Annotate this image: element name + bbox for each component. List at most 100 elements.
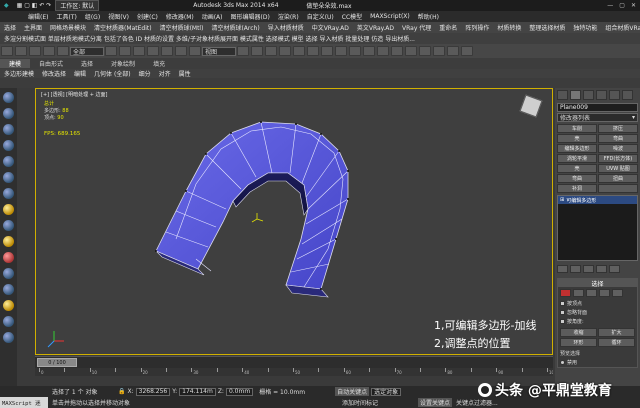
plugin-item[interactable]: 英文VRay.AD (353, 23, 398, 32)
motion-tab-icon[interactable] (596, 90, 607, 100)
checkbox-icon[interactable] (560, 301, 565, 306)
cylinder-tool-icon[interactable] (3, 156, 14, 167)
ignore-backfacing-checkbox[interactable]: 忽略背面 (558, 308, 637, 317)
pivot-icon[interactable] (237, 46, 249, 56)
reference-coord-dropdown[interactable]: 视图 (202, 46, 236, 56)
snapshot-tool-icon[interactable] (3, 300, 14, 311)
region-select-icon[interactable] (133, 46, 145, 56)
disabled-radio[interactable]: 禁用 (558, 358, 637, 367)
auto-key-button[interactable]: 自动关键点 (335, 387, 370, 396)
schematic-icon[interactable] (405, 46, 417, 56)
select-by-name-icon[interactable] (119, 46, 131, 56)
window-crossing-icon[interactable] (147, 46, 159, 56)
align-icon[interactable] (349, 46, 361, 56)
modifier-list-dropdown[interactable]: 修改器列表 ▾ (557, 113, 638, 122)
menu-cc-model[interactable]: CC模型 (338, 12, 366, 21)
plugin-item[interactable]: 清空材质器(MatEdit) (90, 23, 156, 32)
render-frame-icon[interactable] (447, 46, 459, 56)
render-setup-icon[interactable] (433, 46, 445, 56)
plugin-item[interactable]: 中文VRay.AD (308, 23, 353, 32)
array-tool-icon[interactable] (3, 316, 14, 327)
time-slider-thumb[interactable]: 0 / 100 (37, 358, 77, 367)
panel-modify-selection[interactable]: 修改选择 (38, 69, 70, 78)
light-tool-icon[interactable] (3, 204, 14, 215)
select-icon[interactable] (105, 46, 117, 56)
system-tool-icon[interactable] (3, 268, 14, 279)
tab-modeling[interactable]: 建模 (0, 59, 31, 68)
move-icon[interactable] (161, 46, 173, 56)
grow-button[interactable]: 扩大 (598, 328, 635, 337)
z-coordinate-field[interactable]: 0.0mm (225, 387, 254, 396)
y-coordinate-field[interactable]: 174.114m (179, 387, 216, 396)
camera-tool-icon[interactable] (3, 220, 14, 231)
render-icon[interactable] (461, 46, 473, 56)
panel-polygon-modeling[interactable]: 多边形建模 (0, 69, 38, 78)
modify-tab-icon[interactable] (570, 90, 581, 100)
time-slider[interactable]: 0 / 100 (35, 356, 553, 368)
tab-freeform[interactable]: 自由形式 (30, 59, 72, 68)
menu-animation[interactable]: 动画(A) (198, 12, 227, 21)
plugin-item[interactable]: 网格场景模块 (46, 23, 90, 32)
checkbox-icon[interactable] (560, 319, 565, 324)
menu-create[interactable]: 创建(C) (133, 12, 162, 21)
redo-icon[interactable] (15, 46, 27, 56)
object-name-field[interactable]: Plane009 (557, 103, 638, 112)
maxscript-listener[interactable]: MAXScript 迷 (0, 397, 48, 408)
menu-edit[interactable]: 编辑(E) (24, 12, 52, 21)
loop-button[interactable]: 循环 (598, 338, 635, 347)
modifier-button[interactable]: FFD(长方体) (598, 154, 638, 163)
menu-group[interactable]: 组(G) (81, 12, 104, 21)
close-icon[interactable]: ✕ (631, 2, 636, 9)
panel-properties[interactable]: 属性 (175, 69, 195, 78)
polygon-mode-icon[interactable] (599, 289, 610, 297)
plugin-row-text[interactable]: 多渲分割模式面 单层材质地模式分离 包括了各色 ID 材质的设置 多维/子对象材… (0, 34, 419, 43)
box-tool-icon[interactable] (3, 140, 14, 151)
modifier-button[interactable]: 弯曲 (598, 134, 638, 143)
by-vertex-checkbox[interactable]: 按顶点 (558, 299, 637, 308)
named-selection-icon[interactable] (321, 46, 333, 56)
curve-editor-icon[interactable] (391, 46, 403, 56)
modifier-button[interactable]: 噪波 (598, 144, 638, 153)
plugin-item[interactable]: 清空材质球(Mtl) (156, 23, 208, 32)
material-editor-icon[interactable] (419, 46, 431, 56)
element-mode-icon[interactable] (612, 289, 623, 297)
workspace-dropdown[interactable]: 工作区: 默认 (55, 0, 100, 11)
tab-object-paint[interactable]: 对象绘制 (102, 59, 144, 68)
remove-modifier-icon[interactable] (596, 265, 607, 273)
modifier-button[interactable]: 壳 (557, 134, 597, 143)
plane-tool-icon[interactable] (3, 124, 14, 135)
helper-tool-icon[interactable] (3, 236, 14, 247)
perspective-viewport[interactable]: [+] [透视] [明暗处理 + 边面] 总计 多边形: 88 顶点: 90 F… (35, 88, 553, 355)
panel-geometry[interactable]: 几何体 (全部) (90, 69, 135, 78)
plugin-item[interactable]: 主界面 (20, 23, 46, 32)
plugin-item[interactable]: 重命名 (435, 23, 461, 32)
modifier-button[interactable]: 挤压 (598, 124, 638, 133)
vray-tool-icon[interactable] (3, 284, 14, 295)
stack-item-editable-poly[interactable]: ⊞ 可编辑多边形 (558, 196, 637, 204)
menu-views[interactable]: 视图(V) (104, 12, 133, 21)
utilities-tab-icon[interactable] (622, 90, 633, 100)
plugin-item[interactable]: 独特功能 (569, 23, 601, 32)
selection-rollout-title[interactable]: 选择 (558, 279, 637, 288)
panel-subdivision[interactable]: 细分 (135, 69, 155, 78)
hierarchy-tab-icon[interactable] (583, 90, 594, 100)
modifier-button[interactable]: 涡轮平滑 (557, 154, 597, 163)
vertex-mode-icon[interactable] (560, 289, 571, 297)
menu-help[interactable]: 帮助(H) (414, 12, 443, 21)
window-controls[interactable]: — ▢ ✕ (607, 2, 640, 9)
extra-tool-icon[interactable] (3, 332, 14, 343)
set-key-button[interactable]: 设置关键点 (418, 398, 453, 407)
show-end-result-icon[interactable] (570, 265, 581, 273)
maximize-icon[interactable]: ▢ (619, 2, 625, 9)
expand-icon[interactable]: ⊞ (560, 197, 564, 203)
spinner-snap-icon[interactable] (307, 46, 319, 56)
x-coordinate-field[interactable]: 3268.256 (135, 387, 171, 396)
create-tab-icon[interactable] (557, 90, 568, 100)
mirror-icon[interactable] (335, 46, 347, 56)
by-angle-checkbox[interactable]: 按角度: (558, 317, 637, 326)
plugin-item[interactable]: 清空材质球(Arch) (207, 23, 263, 32)
checkbox-icon[interactable] (560, 310, 565, 315)
make-unique-icon[interactable] (583, 265, 594, 273)
modifier-button[interactable]: 扭曲 (598, 174, 638, 183)
graphite-icon[interactable] (377, 46, 389, 56)
